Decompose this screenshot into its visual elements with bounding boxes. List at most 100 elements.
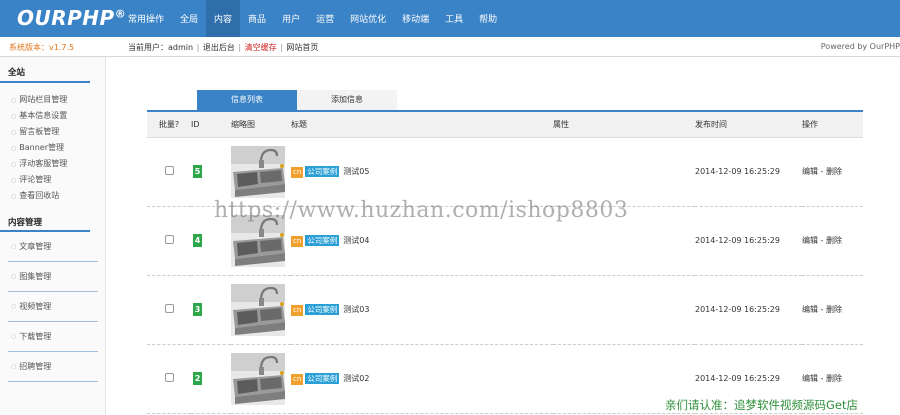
row-checkbox[interactable] [164, 373, 174, 382]
system-version: 系统版本：v1.7.5 [9, 43, 75, 52]
tab-0[interactable]: 信息列表 [197, 90, 297, 110]
item-title[interactable]: 测试02 [343, 374, 369, 383]
batch-cell [147, 275, 191, 345]
row-checkbox[interactable] [164, 235, 174, 244]
sidebar-item[interactable]: ○ 视频管理 [8, 292, 98, 322]
item-title[interactable]: 测试03 [343, 305, 369, 314]
sidebar-item[interactable]: ○ Banner管理 [11, 140, 105, 156]
logout-link[interactable]: 退出后台 [203, 43, 235, 52]
operation-separator: - [818, 305, 826, 314]
edit-link[interactable]: 编辑 [802, 236, 818, 245]
ourphp-logo[interactable]: OURPHP® [17, 6, 126, 30]
operation-separator: - [818, 167, 826, 176]
batch-cell [147, 137, 191, 207]
id-badge: 4 [193, 234, 202, 247]
content-tabs: 信息列表 添加信息 [197, 90, 397, 110]
language-badge: cn [291, 373, 304, 385]
header-title: 标题 [291, 112, 553, 138]
sidebar-item[interactable]: ○ 浮动客服管理 [11, 156, 105, 172]
publish-time: 2014-12-09 16:25:29 [695, 137, 802, 207]
delete-link[interactable]: 删除 [826, 236, 842, 245]
id-badge: 5 [193, 165, 202, 178]
nav-item-3[interactable]: 商品 [240, 0, 274, 37]
edit-link[interactable]: 编辑 [802, 374, 818, 383]
nav-item-7[interactable]: 移动端 [394, 0, 437, 37]
bullet-icon: ○ [11, 113, 17, 120]
sink-thumbnail-image[interactable] [231, 283, 291, 336]
bullet-icon: ○ [11, 145, 17, 152]
bullet-icon: ○ [11, 363, 17, 370]
delete-link[interactable]: 删除 [826, 167, 842, 176]
clear-cache-link[interactable]: 清空缓存 [245, 43, 277, 52]
sidebar-item[interactable]: ○ 下载管理 [8, 322, 98, 352]
language-badge: cn [291, 166, 304, 178]
sidebar-site-menu: ○ 网站栏目管理 ○ 基本信息设置 ○ 留言板管理 ○ Banner管理 ○ 浮动客服管理 ○ 评论管… [0, 83, 105, 204]
sidebar-item[interactable]: ○ 评论管理 [11, 172, 105, 188]
store-notice-watermark: 亲们请认准：追梦软件视频源码Get店 [665, 398, 858, 412]
id-cell: 5 [191, 137, 231, 207]
sidebar-item[interactable]: ○ 查看回收站 [11, 188, 105, 204]
edit-link[interactable]: 编辑 [802, 167, 818, 176]
table-row: 5 cn 公司案例 测试05 2014-12-09 16:25:29 编辑 - 删除 [147, 137, 863, 207]
sidebar-item[interactable]: ○ 文章管理 [8, 232, 98, 262]
row-checkbox[interactable] [164, 304, 174, 313]
bullet-icon: ○ [11, 333, 17, 340]
info-list-table: 批量? ID 缩略图 标题 属性 发布时间 操作 5 cn 公司案例 测试05 2014… [147, 112, 863, 414]
nav-item-5[interactable]: 运营 [308, 0, 342, 37]
item-title[interactable]: 测试04 [343, 236, 369, 245]
bullet-icon: ○ [11, 303, 17, 310]
bullet-icon: ○ [11, 161, 17, 168]
header-batch: 批量? [147, 112, 191, 138]
title-cell: cn 公司案例 测试02 [291, 344, 553, 414]
sidebar-item[interactable]: ○ 留言板管理 [11, 124, 105, 140]
tab-1[interactable]: 添加信息 [297, 90, 397, 110]
sidebar-item[interactable]: ○ 招聘管理 [8, 352, 98, 382]
category-badge[interactable]: 公司案例 [305, 165, 340, 177]
category-badge[interactable]: 公司案例 [305, 234, 340, 246]
thumbnail-cell [231, 137, 291, 207]
id-cell: 2 [191, 344, 231, 414]
nav-item-8[interactable]: 工具 [437, 0, 471, 37]
nav-item-4[interactable]: 用户 [274, 0, 308, 37]
language-badge: cn [291, 304, 304, 316]
id-cell: 3 [191, 275, 231, 345]
sidebar-item[interactable]: ○ 图集管理 [8, 262, 98, 292]
nav-item-1[interactable]: 全局 [172, 0, 206, 37]
category-badge[interactable]: 公司案例 [305, 303, 340, 315]
top-navigation-bar: OURPHP® 常用操作 全局 内容 商品 用户 运营 网站优化 移动端 工具 帮助 [0, 0, 900, 37]
sink-thumbnail-image[interactable] [231, 352, 291, 405]
row-checkbox[interactable] [164, 166, 174, 175]
sidebar-item-label: 浮动客服管理 [19, 159, 68, 168]
sidebar-item[interactable]: ○ 基本信息设置 [11, 108, 105, 124]
header-attribute: 属性 [553, 112, 695, 138]
delete-link[interactable]: 删除 [826, 305, 842, 314]
bullet-icon: ○ [11, 129, 17, 136]
nav-item-0[interactable]: 常用操作 [120, 0, 172, 37]
sidebar-item-label: Banner管理 [19, 143, 64, 152]
sidebar-item-label: 文章管理 [19, 242, 52, 251]
sidebar-content-menu: ○ 文章管理 ○ 图集管理 ○ 视频管理 ○ 下载管理 ○ 招聘管理 [0, 232, 105, 382]
sidebar-item-label: 下载管理 [19, 332, 52, 341]
sidebar-item[interactable]: ○ 网站栏目管理 [11, 92, 105, 108]
url-watermark: https://www.huzhan.com/ishop8803 [214, 198, 629, 223]
nav-item-2[interactable]: 内容 [206, 0, 241, 37]
delete-link[interactable]: 删除 [826, 374, 842, 383]
language-badge: cn [291, 235, 304, 247]
header-publish-time: 发布时间 [695, 112, 802, 138]
publish-time: 2014-12-09 16:25:29 [695, 206, 802, 276]
category-badge[interactable]: 公司案例 [305, 372, 340, 384]
batch-cell [147, 206, 191, 276]
header-operations: 操作 [802, 112, 863, 138]
edit-link[interactable]: 编辑 [802, 305, 818, 314]
header-id: ID [191, 112, 231, 138]
site-home-link[interactable]: 网站首页 [286, 43, 318, 52]
main-nav: 常用操作 全局 内容 商品 用户 运营 网站优化 移动端 工具 帮助 [120, 0, 505, 37]
operation-separator: - [818, 374, 826, 383]
item-title[interactable]: 测试05 [343, 167, 369, 176]
sidebar-section-title: 全站 [0, 57, 90, 83]
table-row: 3 cn 公司案例 测试03 2014-12-09 16:25:29 编辑 - 删除 [147, 275, 863, 345]
sink-thumbnail-image[interactable] [231, 145, 291, 198]
nav-item-6[interactable]: 网站优化 [342, 0, 394, 37]
nav-item-9[interactable]: 帮助 [471, 0, 505, 37]
sidebar-item-label: 招聘管理 [19, 362, 52, 371]
